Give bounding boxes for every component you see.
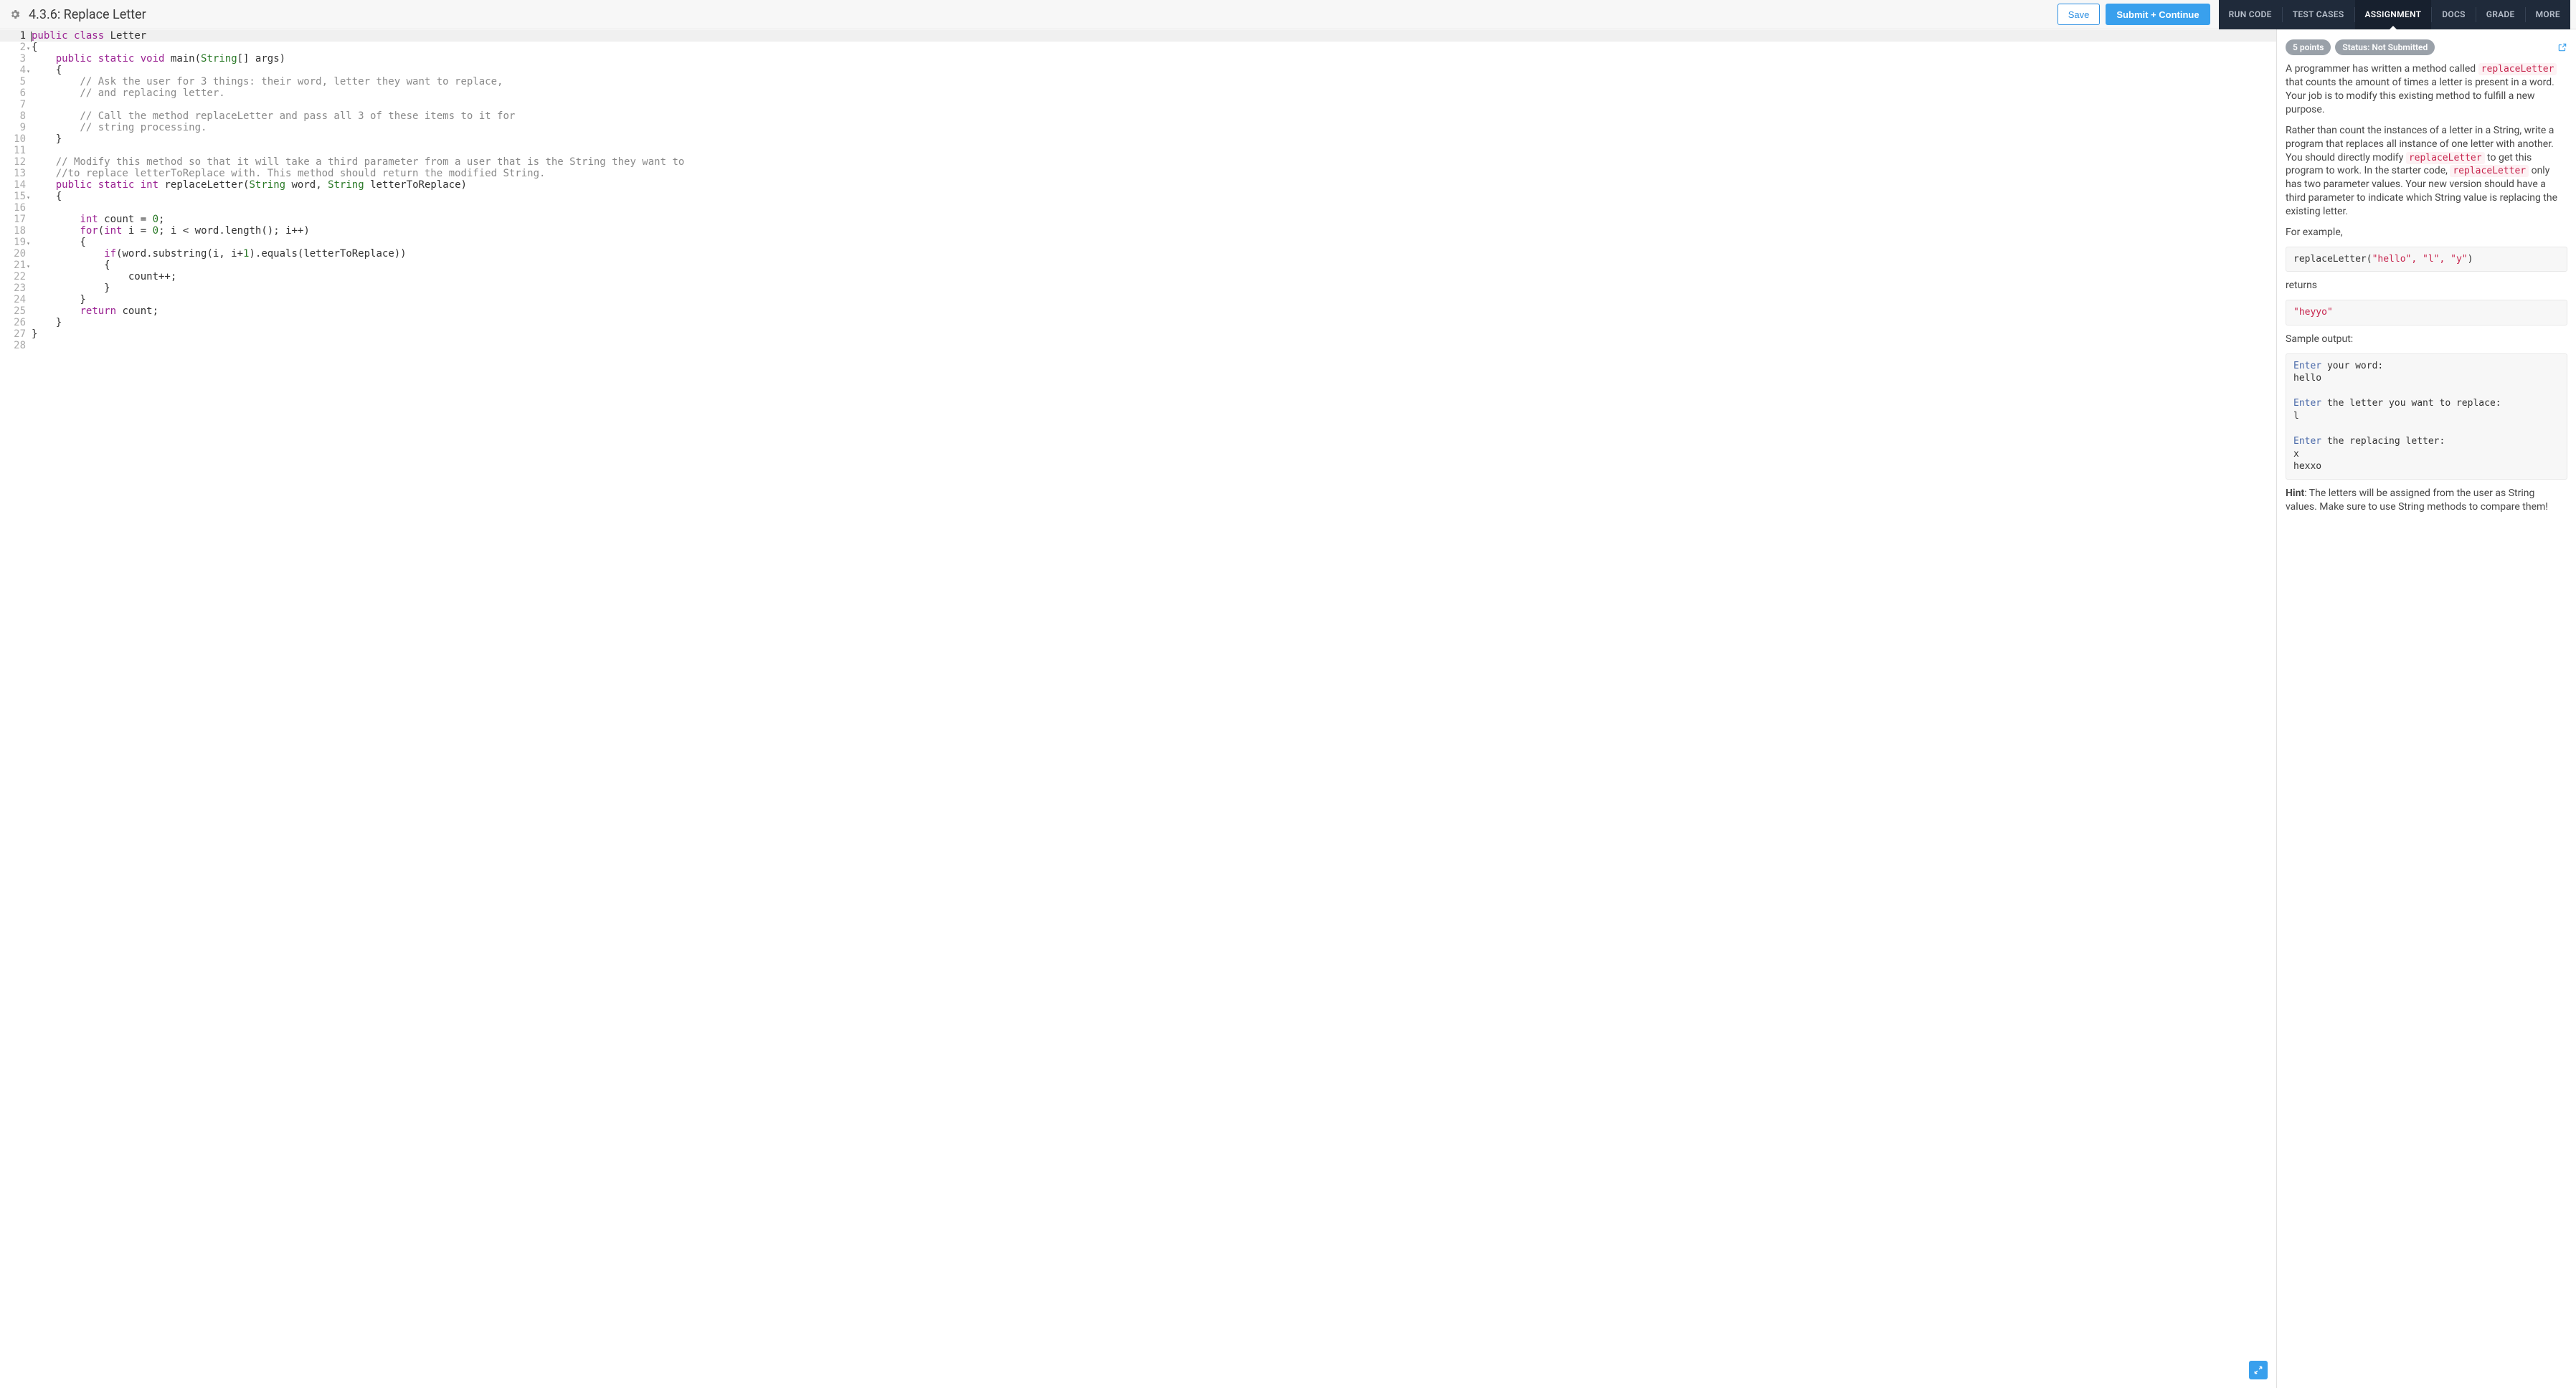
returns-label: returns: [2286, 279, 2567, 293]
code-editor[interactable]: 1234567891011121314151617181920212223242…: [0, 29, 2276, 1388]
example-return-block: "heyyo": [2286, 300, 2567, 325]
gear-icon[interactable]: [9, 8, 22, 21]
assignment-panel: 5 points Status: Not Submitted A program…: [2276, 29, 2576, 1388]
tab-test-cases[interactable]: TEST CASES: [2283, 0, 2354, 29]
assignment-paragraph: A programmer has written a method called…: [2286, 62, 2567, 117]
sample-output-block: Enter your word: hello Enter the letter …: [2286, 353, 2567, 480]
line-gutter: 1234567891011121314151617181920212223242…: [0, 29, 30, 1388]
hint-paragraph: Hint: The letters will be assigned from …: [2286, 487, 2567, 514]
code-inline: replaceLetter: [2478, 63, 2557, 75]
tab-assignment[interactable]: ASSIGNMENT: [2355, 0, 2432, 29]
page-title: 4.3.6: Replace Letter: [29, 7, 146, 22]
assignment-paragraph: For example,: [2286, 226, 2567, 239]
submit-continue-button[interactable]: Submit + Continue: [2106, 4, 2210, 25]
expand-icon[interactable]: [2249, 1361, 2268, 1379]
assignment-paragraph: Rather than count the instances of a let…: [2286, 124, 2567, 219]
right-tabs: RUN CODE TEST CASES ASSIGNMENT DOCS GRAD…: [2219, 0, 2570, 29]
save-button[interactable]: Save: [2058, 4, 2101, 25]
sample-output-label: Sample output:: [2286, 333, 2567, 346]
tab-more[interactable]: MORE: [2526, 0, 2570, 29]
code-inline: replaceLetter: [2406, 152, 2485, 164]
popout-icon[interactable]: [2557, 42, 2567, 52]
example-call-block: replaceLetter("hello", "l", "y"): [2286, 247, 2567, 272]
topbar: 4.3.6: Replace Letter Save Submit + Cont…: [0, 0, 2576, 29]
tab-grade[interactable]: GRADE: [2476, 0, 2525, 29]
tab-docs[interactable]: DOCS: [2432, 0, 2475, 29]
code-inline: replaceLetter: [2450, 165, 2529, 177]
code-area[interactable]: public class Letter{ public static void …: [30, 29, 2276, 1388]
points-badge: 5 points: [2286, 39, 2331, 55]
status-badge: Status: Not Submitted: [2335, 39, 2435, 55]
tab-run-code[interactable]: RUN CODE: [2219, 0, 2282, 29]
